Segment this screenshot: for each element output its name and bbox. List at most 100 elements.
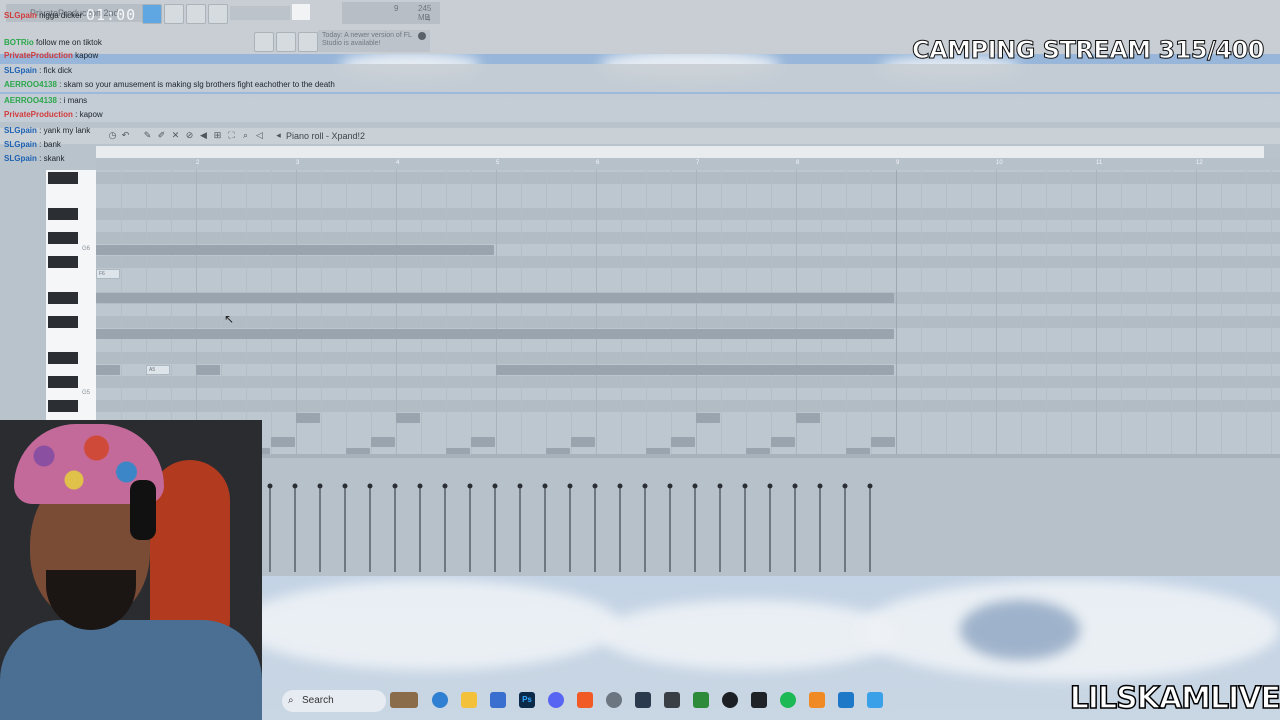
paint-tool-icon[interactable]: ✐ (157, 131, 166, 140)
search-label: Search (302, 695, 334, 706)
velocity-lane[interactable] (96, 458, 1280, 576)
song-mode-button[interactable] (164, 4, 184, 24)
tool-icon[interactable] (276, 32, 296, 52)
draw-tool-icon[interactable]: ✎ (143, 131, 152, 140)
undo-icon[interactable]: ↶ (121, 131, 130, 140)
widgets-icon[interactable] (390, 692, 418, 708)
note[interactable] (96, 329, 894, 339)
close-icon[interactable] (418, 32, 426, 40)
chat-line: BOTRio follow me on tiktok (4, 38, 102, 47)
taskbar-search[interactable]: ⌕ Search (282, 690, 386, 712)
note[interactable] (196, 365, 220, 375)
cut-icon[interactable] (254, 32, 274, 52)
game-icon[interactable] (693, 692, 709, 708)
black-key[interactable] (48, 400, 78, 412)
record-button[interactable] (186, 4, 206, 24)
chat-line: SLGpain nigga dicker (4, 11, 83, 20)
zoom-tool-icon[interactable]: ⌕ (241, 131, 250, 140)
pattern-mode-button[interactable] (142, 4, 162, 24)
master-volume-slider[interactable] (230, 6, 290, 20)
note[interactable] (296, 413, 320, 423)
playback-tool-icon[interactable]: ◁ (255, 131, 264, 140)
ruler-number: 4 (396, 160, 400, 166)
streamer-hoodie (0, 620, 262, 720)
ruler-number: 6 (596, 160, 600, 166)
chrome-icon[interactable] (606, 692, 622, 708)
note[interactable] (96, 245, 494, 255)
photoshop-icon[interactable]: Ps (519, 692, 535, 708)
notepad-icon[interactable] (867, 692, 883, 708)
note[interactable] (271, 437, 295, 447)
note[interactable] (571, 437, 595, 447)
time-display: 01:00 (86, 6, 137, 24)
black-key[interactable] (48, 352, 78, 364)
chat-line: AERROO4138 : skam so your amusement is m… (4, 80, 335, 89)
cpu-readout: 9 245 MB 4 (342, 2, 440, 24)
note[interactable] (371, 437, 395, 447)
fl-studio-icon[interactable] (809, 692, 825, 708)
metronome-button[interactable] (208, 4, 228, 24)
black-key[interactable] (48, 208, 78, 220)
spotify-icon[interactable] (780, 692, 796, 708)
key-label: G6 (82, 246, 91, 252)
black-key[interactable] (48, 172, 78, 184)
black-key[interactable] (48, 232, 78, 244)
delete-tool-icon[interactable]: ✕ (171, 131, 180, 140)
keyboard-icon[interactable] (664, 692, 680, 708)
link-icon[interactable] (298, 32, 318, 52)
ruler-number: 5 (496, 160, 500, 166)
paint-icon[interactable] (838, 692, 854, 708)
webcam-feed (0, 420, 262, 720)
note[interactable] (671, 437, 695, 447)
note[interactable] (871, 437, 895, 447)
level-meter (292, 4, 310, 20)
polyphony-value: 4 (426, 14, 431, 23)
piano-roll-title: Piano roll - Xpand!2 (286, 131, 366, 141)
taskbar: ⌕ Search Ps (260, 688, 900, 714)
music-icon[interactable] (722, 692, 738, 708)
note[interactable] (796, 413, 820, 423)
note[interactable] (96, 293, 894, 303)
stream-title: CAMPING STREAM 315/400 (911, 36, 1265, 65)
black-key[interactable] (48, 316, 78, 328)
ruler-number: 10 (996, 160, 1003, 166)
note[interactable] (496, 365, 894, 375)
mute-tool-icon[interactable]: ⊘ (185, 131, 194, 140)
slice-tool-icon[interactable]: ⊞ (213, 131, 222, 140)
mouse-cursor-icon: ↖ (224, 312, 235, 326)
edge-icon[interactable] (432, 692, 448, 708)
brave-icon[interactable] (577, 692, 593, 708)
piano-keyboard[interactable]: G6 G5 (46, 170, 96, 454)
chat-line: SLGpain : yank my lank (4, 126, 91, 135)
slip-tool-icon[interactable]: ◀ (199, 131, 208, 140)
note[interactable] (771, 437, 795, 447)
ruler-number: 3 (296, 160, 300, 166)
headset (130, 480, 156, 540)
note[interactable] (471, 437, 495, 447)
select-tool-icon[interactable]: ⛶ (227, 131, 236, 140)
file-explorer-icon[interactable] (461, 692, 477, 708)
channel-brand: LILSKAMLIVE (1069, 680, 1280, 717)
ruler-number: 7 (696, 160, 700, 166)
black-key[interactable] (48, 256, 78, 268)
store-icon[interactable] (490, 692, 506, 708)
snap-icon[interactable]: ◷ (108, 131, 117, 140)
note[interactable] (96, 365, 120, 375)
terminal-icon[interactable] (751, 692, 767, 708)
black-key[interactable] (48, 376, 78, 388)
chevron-left-icon[interactable]: ◂ (274, 131, 283, 140)
black-key[interactable] (48, 292, 78, 304)
timeline-scrollbar[interactable] (96, 146, 1264, 158)
note-grid[interactable]: F6 A5 ↖ (96, 170, 1280, 454)
ruler-number: 12 (1196, 160, 1203, 166)
update-hint[interactable]: Today: A newer version of FL Studio is a… (318, 30, 430, 52)
note[interactable] (396, 413, 420, 423)
steam-icon[interactable] (635, 692, 651, 708)
bar-ruler[interactable] (96, 158, 1280, 170)
note[interactable]: A5 (146, 365, 170, 375)
velocity-bars[interactable] (96, 458, 1280, 576)
ruler-number: 2 (196, 160, 200, 166)
discord-icon[interactable] (548, 692, 564, 708)
note[interactable] (696, 413, 720, 423)
note[interactable]: F6 (96, 269, 120, 279)
